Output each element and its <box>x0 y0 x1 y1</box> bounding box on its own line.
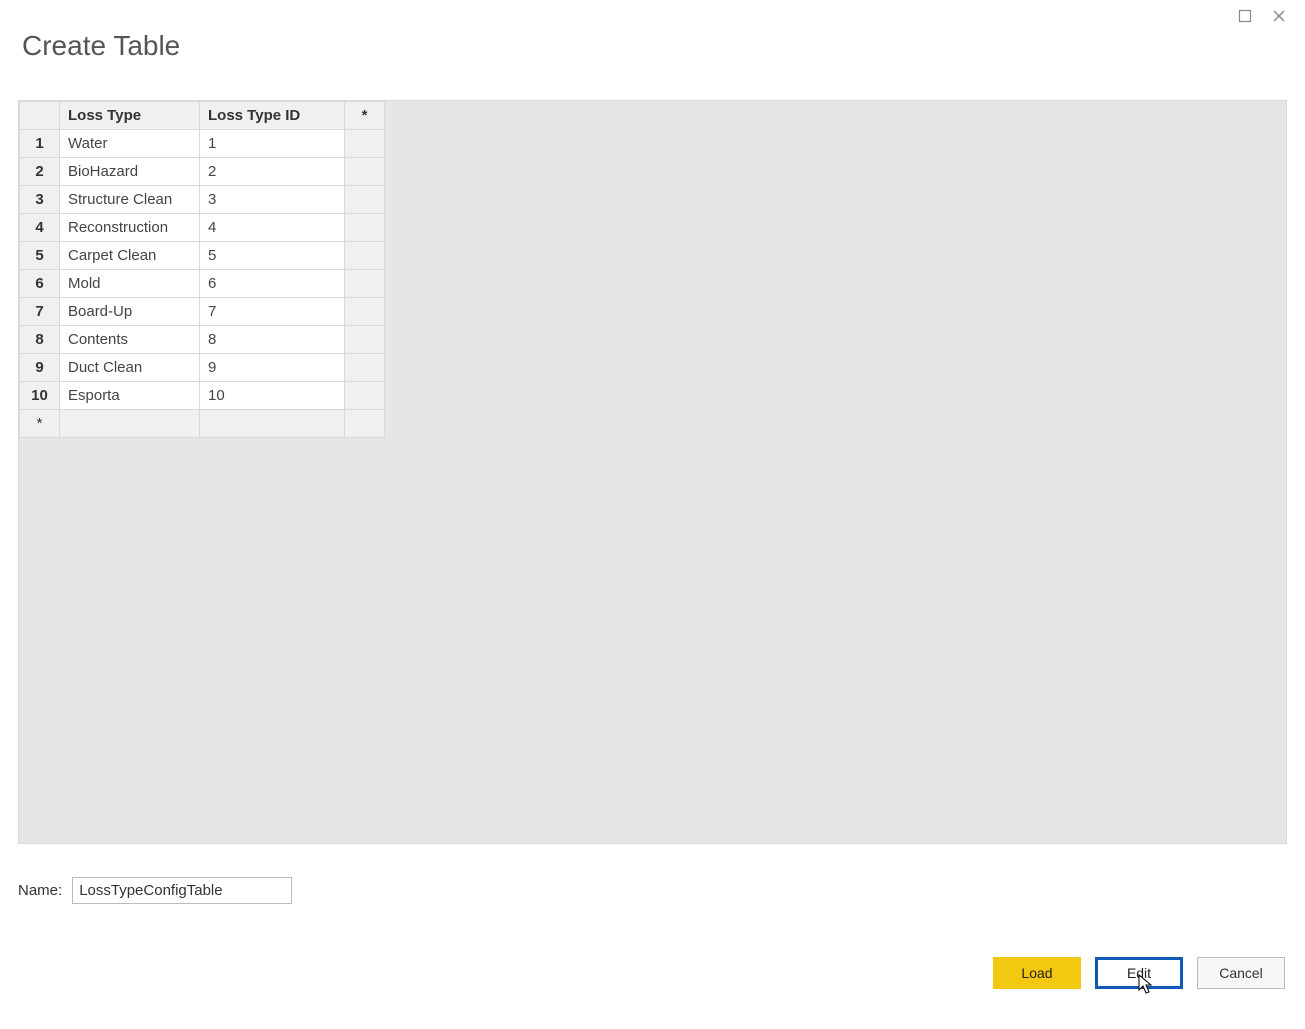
header-loss-type-id[interactable]: Loss Type ID <box>200 102 345 130</box>
table-row[interactable]: 8Contents8 <box>20 326 385 354</box>
cell-loss-type[interactable]: Esporta <box>60 382 200 410</box>
cell-extra[interactable] <box>345 382 385 410</box>
row-number[interactable]: 8 <box>20 326 60 354</box>
cell-loss-type[interactable]: Duct Clean <box>60 354 200 382</box>
header-loss-type[interactable]: Loss Type <box>60 102 200 130</box>
cell-loss-type-id[interactable]: 6 <box>200 270 345 298</box>
cell-loss-type-id[interactable]: 1 <box>200 130 345 158</box>
cell-loss-type-id[interactable]: 7 <box>200 298 345 326</box>
table-row[interactable]: 3Structure Clean3 <box>20 186 385 214</box>
cell-loss-type-id[interactable] <box>200 410 345 438</box>
cell-extra[interactable] <box>345 326 385 354</box>
name-row: Name: <box>18 877 292 904</box>
cell-loss-type-id[interactable]: 4 <box>200 214 345 242</box>
cell-loss-type[interactable]: Reconstruction <box>60 214 200 242</box>
cell-extra[interactable] <box>345 354 385 382</box>
cell-loss-type-id[interactable]: 3 <box>200 186 345 214</box>
cell-loss-type[interactable]: Contents <box>60 326 200 354</box>
load-button[interactable]: Load <box>993 957 1081 989</box>
table-row[interactable]: 10Esporta10 <box>20 382 385 410</box>
data-grid[interactable]: Loss Type Loss Type ID * 1Water12BioHaza… <box>19 101 385 438</box>
cell-loss-type-id[interactable]: 10 <box>200 382 345 410</box>
maximize-icon[interactable] <box>1237 8 1253 24</box>
name-label: Name: <box>18 882 62 899</box>
table-row[interactable]: 4Reconstruction4 <box>20 214 385 242</box>
row-number[interactable]: 6 <box>20 270 60 298</box>
cell-extra[interactable] <box>345 298 385 326</box>
header-rownum[interactable] <box>20 102 60 130</box>
row-number[interactable]: 1 <box>20 130 60 158</box>
cell-extra[interactable] <box>345 270 385 298</box>
close-icon[interactable] <box>1271 8 1287 24</box>
table-row[interactable]: 5Carpet Clean5 <box>20 242 385 270</box>
cell-loss-type[interactable]: Mold <box>60 270 200 298</box>
cell-loss-type[interactable]: Carpet Clean <box>60 242 200 270</box>
window-controls <box>1237 8 1287 24</box>
cell-extra[interactable] <box>345 186 385 214</box>
row-number[interactable]: 10 <box>20 382 60 410</box>
cell-loss-type[interactable]: BioHazard <box>60 158 200 186</box>
cell-loss-type[interactable]: Board-Up <box>60 298 200 326</box>
cell-loss-type-id[interactable]: 8 <box>200 326 345 354</box>
button-row: Load Edit Cancel <box>993 957 1285 989</box>
row-number[interactable]: 3 <box>20 186 60 214</box>
dialog-title: Create Table <box>0 0 1305 62</box>
table-row[interactable]: 7Board-Up7 <box>20 298 385 326</box>
cell-loss-type-id[interactable]: 2 <box>200 158 345 186</box>
cell-extra[interactable] <box>345 410 385 438</box>
table-new-row[interactable]: * <box>20 410 385 438</box>
table-row[interactable]: 1Water1 <box>20 130 385 158</box>
cell-extra[interactable] <box>345 158 385 186</box>
header-add-column[interactable]: * <box>345 102 385 130</box>
cell-extra[interactable] <box>345 214 385 242</box>
cell-extra[interactable] <box>345 242 385 270</box>
name-input[interactable] <box>72 877 292 904</box>
row-number[interactable]: 9 <box>20 354 60 382</box>
cancel-button[interactable]: Cancel <box>1197 957 1285 989</box>
table-row[interactable]: 2BioHazard2 <box>20 158 385 186</box>
row-number[interactable]: 4 <box>20 214 60 242</box>
cell-extra[interactable] <box>345 130 385 158</box>
table-area: Loss Type Loss Type ID * 1Water12BioHaza… <box>18 100 1287 844</box>
row-number[interactable]: * <box>20 410 60 438</box>
row-number[interactable]: 2 <box>20 158 60 186</box>
row-number[interactable]: 7 <box>20 298 60 326</box>
table-row[interactable]: 9Duct Clean9 <box>20 354 385 382</box>
edit-button[interactable]: Edit <box>1095 957 1183 989</box>
cell-loss-type[interactable] <box>60 410 200 438</box>
cell-loss-type[interactable]: Water <box>60 130 200 158</box>
cell-loss-type-id[interactable]: 9 <box>200 354 345 382</box>
table-row[interactable]: 6Mold6 <box>20 270 385 298</box>
cell-loss-type[interactable]: Structure Clean <box>60 186 200 214</box>
row-number[interactable]: 5 <box>20 242 60 270</box>
cell-loss-type-id[interactable]: 5 <box>200 242 345 270</box>
